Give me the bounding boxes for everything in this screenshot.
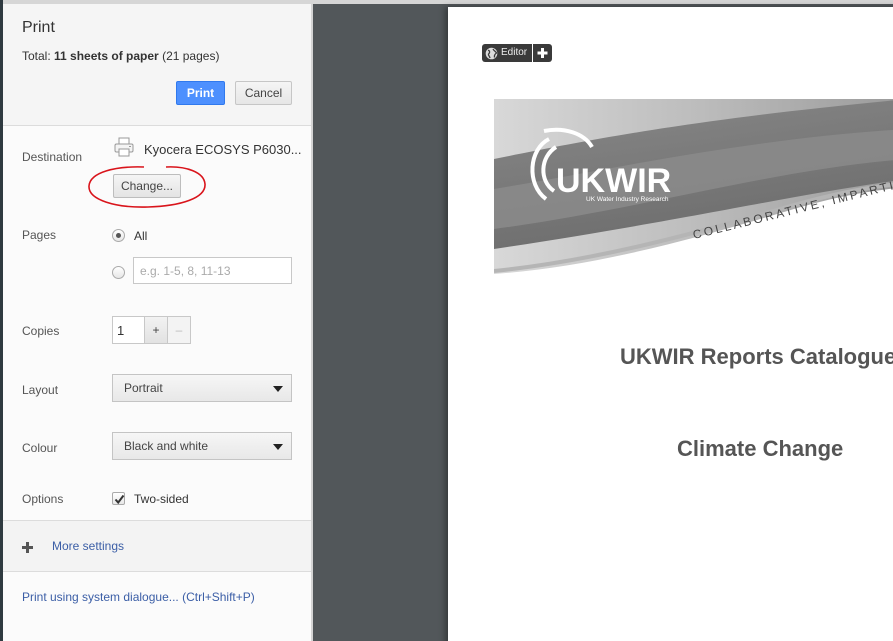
pages-custom-input[interactable] (133, 257, 292, 284)
summary-prefix: Total: (22, 49, 55, 63)
system-dialog-link[interactable]: Print using system dialogue... (Ctrl+Shi… (22, 590, 255, 604)
print-settings-sidebar: Print Total: 11 sheets of paper (21 page… (3, 4, 313, 641)
pages-label: Pages (22, 228, 57, 242)
printer-icon (114, 137, 134, 157)
print-summary: Total: 11 sheets of paper (21 pages) (22, 49, 219, 63)
more-settings-toggle[interactable]: More settings (3, 520, 311, 572)
pages-all-radio[interactable] (112, 229, 125, 242)
copies-label: Copies (22, 324, 60, 338)
print-header: Print Total: 11 sheets of paper (21 page… (3, 4, 311, 126)
dropdown-arrow-icon (273, 444, 283, 450)
layout-select[interactable]: Portrait (112, 374, 292, 402)
globe-icon (485, 47, 498, 59)
options-label: Options (22, 492, 64, 506)
document-subtitle: Climate Change (677, 436, 844, 461)
cancel-button[interactable]: Cancel (235, 81, 292, 105)
colour-select-value: Black and white (124, 439, 209, 453)
checkmark-icon (114, 494, 125, 505)
pages-all-label: All (134, 229, 148, 243)
summary-sheets: 11 sheets of paper (54, 49, 159, 63)
layout-label: Layout (22, 383, 59, 397)
document-title: UKWIR Reports Catalogue (620, 344, 893, 369)
copies-increment-button[interactable]: + (144, 316, 168, 344)
destination-printer-name: Kyocera ECOSYS P6030... (144, 142, 302, 157)
destination-label: Destination (22, 150, 83, 164)
editor-label: Editor (501, 47, 528, 58)
dialog-title: Print (22, 19, 55, 36)
pages-custom-radio[interactable] (112, 266, 125, 279)
colour-select[interactable]: Black and white (112, 432, 292, 460)
two-sided-checkbox[interactable] (112, 492, 125, 505)
plus-icon (22, 542, 33, 553)
editor-add-button[interactable] (533, 44, 553, 62)
more-settings-label: More settings (52, 539, 125, 553)
copies-decrement-button[interactable]: – (167, 316, 191, 344)
banner-logo-subtitle: UK Water Industry Research (586, 196, 669, 203)
colour-label: Colour (22, 441, 58, 455)
change-destination-button[interactable]: Change... (113, 174, 181, 198)
copies-input[interactable] (112, 316, 144, 344)
dropdown-arrow-icon (273, 386, 283, 392)
editor-toolbar: Editor (482, 44, 553, 62)
plus-icon (537, 48, 548, 58)
preview-page: Editor UKWIR UK Water Industry Research … (448, 7, 893, 641)
summary-pages: (21 pages) (158, 49, 220, 63)
banner-logo-text: UKWIR (556, 162, 671, 200)
print-button[interactable]: Print (176, 81, 225, 105)
layout-select-value: Portrait (124, 381, 163, 395)
editor-button[interactable]: Editor (482, 44, 533, 62)
ukwir-banner-image: UKWIR UK Water Industry Research COLLABO… (494, 99, 893, 285)
print-preview-area: Editor UKWIR UK Water Industry Research … (315, 4, 893, 641)
two-sided-label: Two-sided (134, 492, 189, 506)
